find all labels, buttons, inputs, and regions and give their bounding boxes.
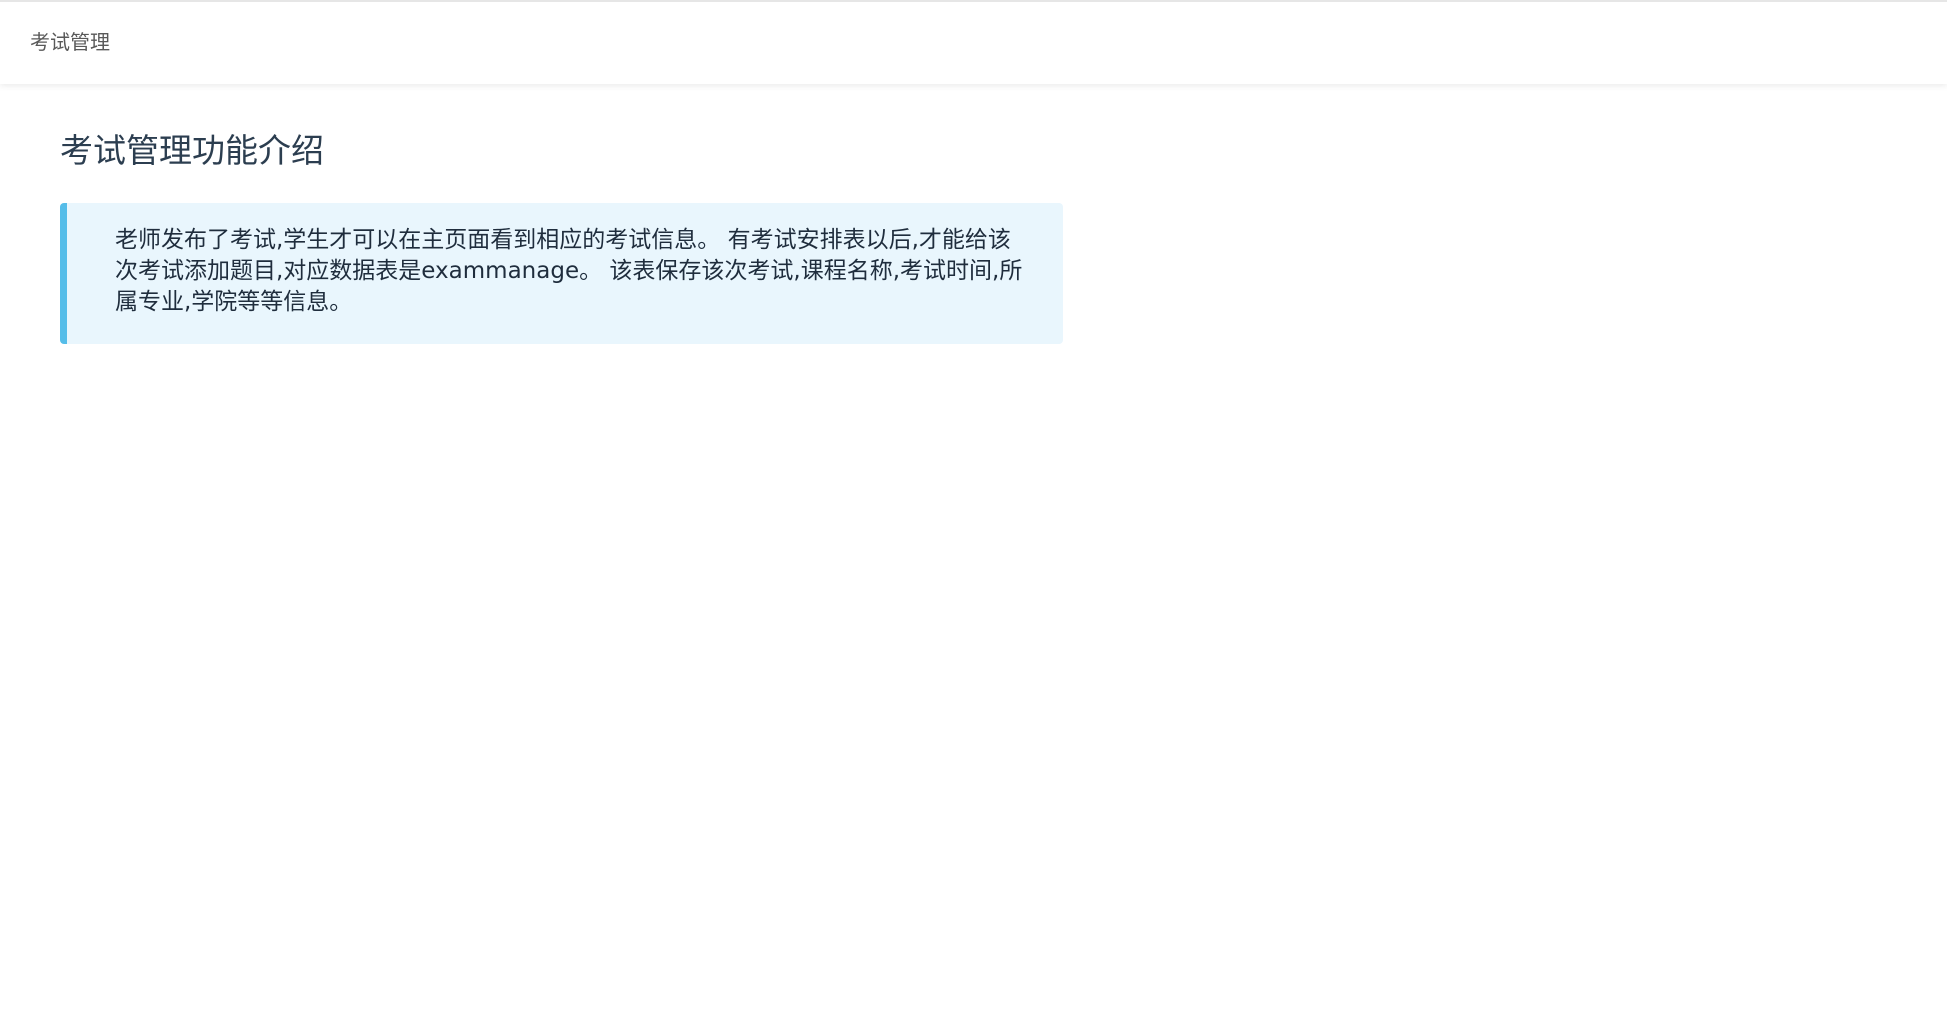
info-description: 老师发布了考试,学生才可以在主页面看到相应的考试信息。 有考试安排表以后,才能给… <box>115 227 1023 315</box>
top-header-bar: 考试管理 <box>0 0 1947 84</box>
breadcrumb[interactable]: 考试管理 <box>30 28 110 56</box>
info-callout: 老师发布了考试,学生才可以在主页面看到相应的考试信息。 有考试安排表以后,才能给… <box>60 203 1063 344</box>
page-title: 考试管理功能介绍 <box>60 131 324 170</box>
